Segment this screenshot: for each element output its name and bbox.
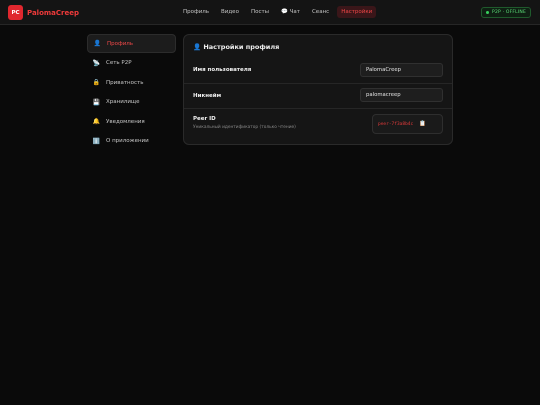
peer-id-label: Peer ID — [193, 116, 216, 122]
status-text: P2P · OFFLINE — [492, 10, 526, 15]
main-nav: Профиль Видео Посты 💬 Чат Сеанс Настройк… — [183, 6, 388, 18]
status-dot-icon — [486, 11, 490, 14]
disk-icon: 💾 — [92, 98, 101, 106]
nickname-label: Никнейм — [193, 93, 222, 99]
antenna-icon: 📡 — [92, 59, 101, 67]
peer-id-description: Уникальный идентификатор (только чтение) — [193, 125, 296, 130]
info-icon: ℹ️ — [92, 137, 101, 145]
nav-settings[interactable]: Настройки — [337, 6, 377, 18]
panel-title: 👤 Настройки профиля — [193, 43, 280, 51]
peer-id-box: peer-7f3a8b4c 📋 — [372, 114, 443, 134]
sidebar-item-about[interactable]: ℹ️ О приложении — [87, 132, 176, 151]
sidebar-item-privacy[interactable]: 🔒 Приватность — [87, 73, 176, 92]
sidebar-item-storage[interactable]: 💾 Хранилище — [87, 93, 176, 112]
sidebar-item-label: Уведомления — [106, 118, 145, 125]
nav-posts[interactable]: Посты — [251, 6, 269, 18]
nav-session[interactable]: Сеанс — [312, 6, 329, 18]
nav-chat[interactable]: 💬 Чат — [281, 6, 300, 18]
nickname-input[interactable]: palomacreep — [360, 88, 443, 102]
sidebar-item-label: О приложении — [106, 138, 149, 144]
settings-sidebar: 👤 Профиль 📡 Сеть P2P 🔒 Приватность 💾 Хра… — [87, 34, 176, 151]
username-label: Имя пользователя — [193, 67, 252, 73]
copy-icon[interactable]: 📋 — [419, 121, 426, 127]
nav-video[interactable]: Видео — [221, 6, 239, 18]
top-bar: PC PalomaCreep Профиль Видео Посты 💬 Чат… — [0, 0, 540, 25]
sidebar-item-label: Сеть P2P — [106, 60, 132, 66]
sidebar-item-label: Профиль — [107, 40, 134, 47]
sidebar-item-label: Хранилище — [106, 99, 140, 105]
peer-id-value: peer-7f3a8b4c — [378, 121, 414, 127]
sidebar-item-label: Приватность — [106, 79, 144, 86]
brand-name: PalomaCreep — [27, 8, 79, 17]
lock-icon: 🔒 — [92, 79, 101, 86]
bell-icon: 🔔 — [92, 118, 101, 125]
logo-icon: PC — [8, 5, 23, 20]
peer-id-row: Peer ID Уникальный идентификатор (только… — [184, 108, 452, 144]
p2p-status-badge: P2P · OFFLINE — [481, 7, 531, 18]
sidebar-item-p2p[interactable]: 📡 Сеть P2P — [87, 54, 176, 73]
nav-profile[interactable]: Профиль — [183, 6, 209, 18]
user-icon: 👤 — [93, 40, 102, 47]
profile-settings-panel: 👤 Настройки профиля Имя пользователя Pal… — [183, 34, 453, 145]
sidebar-item-profile[interactable]: 👤 Профиль — [87, 34, 176, 53]
nickname-row: Никнейм palomacreep — [184, 83, 452, 108]
sidebar-item-notifications[interactable]: 🔔 Уведомления — [87, 112, 176, 131]
username-input[interactable]: PalomaCreep — [360, 63, 443, 77]
username-row: Имя пользователя PalomaCreep — [184, 58, 452, 83]
brand[interactable]: PC PalomaCreep — [8, 5, 79, 20]
